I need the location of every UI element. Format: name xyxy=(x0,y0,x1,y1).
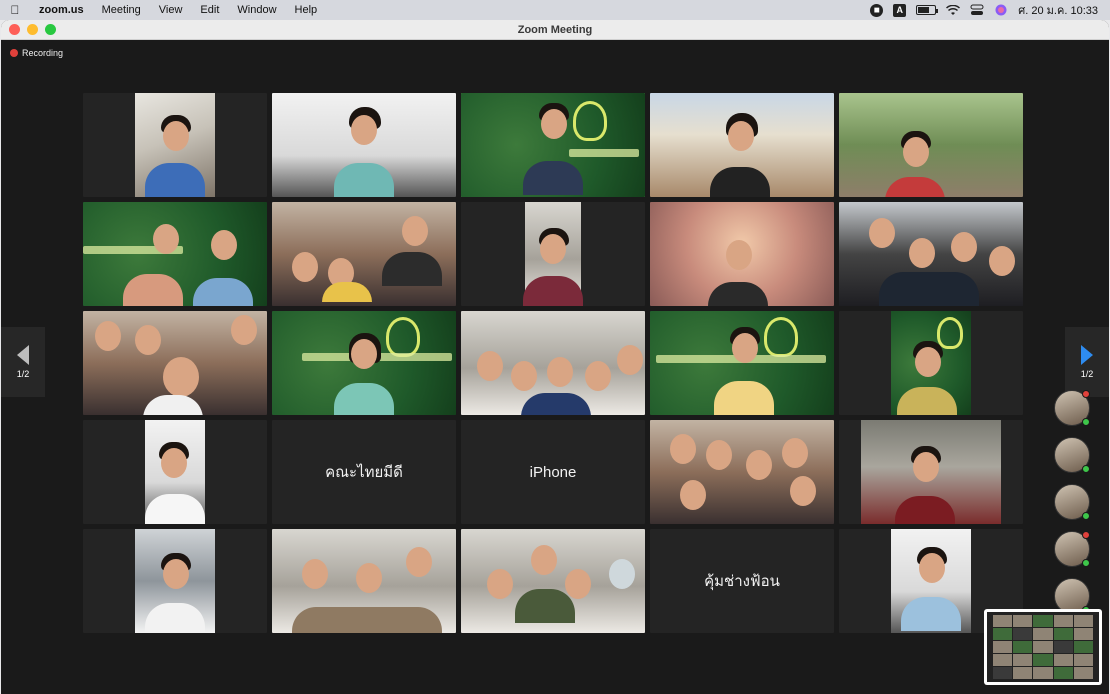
control-center-icon[interactable] xyxy=(970,4,984,16)
recording-status-icon xyxy=(1082,531,1090,539)
participant-video xyxy=(523,202,583,306)
participant-video xyxy=(839,93,1023,197)
participant-video xyxy=(145,420,205,524)
title-bar[interactable]: Zoom Meeting xyxy=(1,20,1109,40)
online-status-icon xyxy=(1082,559,1090,567)
participant-tile-active-speaker[interactable] xyxy=(461,93,645,197)
siri-icon[interactable] xyxy=(994,4,1008,16)
participant-tile[interactable] xyxy=(272,311,456,415)
gallery-grid: คณะไทยมีดี iPhone คุ้มช่างฟ้อน xyxy=(83,93,1023,633)
page-indicator-right: 1/2 xyxy=(1080,369,1094,379)
participant-tile[interactable] xyxy=(839,420,1023,524)
participant-video xyxy=(650,311,834,415)
participant-tile[interactable] xyxy=(650,420,834,524)
participant-tile[interactable] xyxy=(461,311,645,415)
stop-recording-icon[interactable]: ■ xyxy=(870,3,884,17)
wifi-icon[interactable] xyxy=(946,4,961,16)
participant-video xyxy=(461,93,645,197)
participant-video xyxy=(83,202,267,306)
participant-tile[interactable] xyxy=(83,93,267,197)
previous-page-button[interactable]: 1/2 xyxy=(1,327,45,397)
arrow-left-icon xyxy=(17,345,29,365)
online-status-icon xyxy=(1082,512,1090,520)
participant-video xyxy=(272,529,456,633)
battery-icon[interactable] xyxy=(916,5,939,15)
menu-window[interactable]: Window xyxy=(228,4,285,16)
recording-dot-icon xyxy=(10,49,18,57)
recording-status-icon xyxy=(1082,390,1090,398)
side-participant-strip xyxy=(1054,390,1090,614)
screen-preview-thumbnail[interactable] xyxy=(984,609,1102,685)
menu-help[interactable]: Help xyxy=(286,4,327,16)
side-participant-avatar[interactable] xyxy=(1054,484,1090,520)
menu-edit[interactable]: Edit xyxy=(191,4,228,16)
online-status-icon xyxy=(1082,465,1090,473)
online-status-icon xyxy=(1082,418,1090,426)
participant-video xyxy=(650,202,834,306)
participant-tile[interactable]: iPhone xyxy=(461,420,645,524)
arrow-right-icon xyxy=(1081,345,1093,365)
participant-tile[interactable] xyxy=(272,93,456,197)
zoom-window: Zoom Meeting Recording คณะไทยมีดี iPhone… xyxy=(1,20,1109,694)
participant-name: iPhone xyxy=(529,463,577,481)
page-indicator-left: 1/2 xyxy=(16,369,30,379)
menu-meeting[interactable]: Meeting xyxy=(93,4,150,16)
menu-clock[interactable]: ศ. 20 ม.ค. 10:33 xyxy=(1018,1,1098,19)
recording-indicator[interactable]: Recording xyxy=(10,48,63,58)
participant-video xyxy=(891,311,971,415)
menu-bar:  zoom.us Meeting View Edit Window Help … xyxy=(0,0,1110,20)
participant-video xyxy=(461,311,645,415)
input-source-icon[interactable]: A xyxy=(893,3,907,17)
participant-tile[interactable] xyxy=(839,311,1023,415)
participant-video xyxy=(135,529,215,633)
participant-tile[interactable] xyxy=(650,311,834,415)
participant-tile[interactable] xyxy=(839,202,1023,306)
participant-video xyxy=(650,93,834,197)
participant-video xyxy=(83,311,267,415)
side-participant-avatar[interactable] xyxy=(1054,437,1090,473)
participant-name: คุ้มช่างฟ้อน xyxy=(704,573,780,590)
window-title: Zoom Meeting xyxy=(517,23,593,36)
close-window-button[interactable] xyxy=(9,24,20,35)
next-page-button[interactable]: 1/2 xyxy=(1065,327,1109,397)
participant-video xyxy=(135,93,215,197)
participant-tile[interactable] xyxy=(461,202,645,306)
participant-video xyxy=(650,420,834,524)
participant-tile[interactable] xyxy=(272,202,456,306)
side-participant-avatar[interactable] xyxy=(1054,390,1090,426)
minimize-window-button[interactable] xyxy=(27,24,38,35)
participant-tile[interactable] xyxy=(83,202,267,306)
menu-view[interactable]: View xyxy=(150,4,192,16)
participant-video xyxy=(839,202,1023,306)
participant-video xyxy=(272,93,456,197)
preview-grid xyxy=(987,612,1099,682)
participant-tile[interactable] xyxy=(461,529,645,633)
participant-name: คณะไทยมีดี xyxy=(325,464,403,481)
apple-menu-icon[interactable]:  xyxy=(0,3,30,17)
participant-video xyxy=(861,420,1001,524)
participant-tile[interactable] xyxy=(272,529,456,633)
participant-video xyxy=(891,529,971,633)
fullscreen-window-button[interactable] xyxy=(45,24,56,35)
recording-label: Recording xyxy=(22,48,64,58)
participant-tile[interactable] xyxy=(650,93,834,197)
participant-tile[interactable] xyxy=(839,93,1023,197)
participant-tile[interactable] xyxy=(83,311,267,415)
participant-tile[interactable] xyxy=(83,420,267,524)
participant-tile[interactable]: คุ้มช่างฟ้อน xyxy=(650,529,834,633)
participant-tile[interactable] xyxy=(83,529,267,633)
participant-video xyxy=(272,311,456,415)
participant-tile[interactable] xyxy=(650,202,834,306)
side-participant-avatar[interactable] xyxy=(1054,531,1090,567)
participant-tile[interactable]: คณะไทยมีดี xyxy=(272,420,456,524)
participant-video xyxy=(461,529,645,633)
menu-app-name[interactable]: zoom.us xyxy=(30,4,93,16)
participant-video xyxy=(272,202,456,306)
